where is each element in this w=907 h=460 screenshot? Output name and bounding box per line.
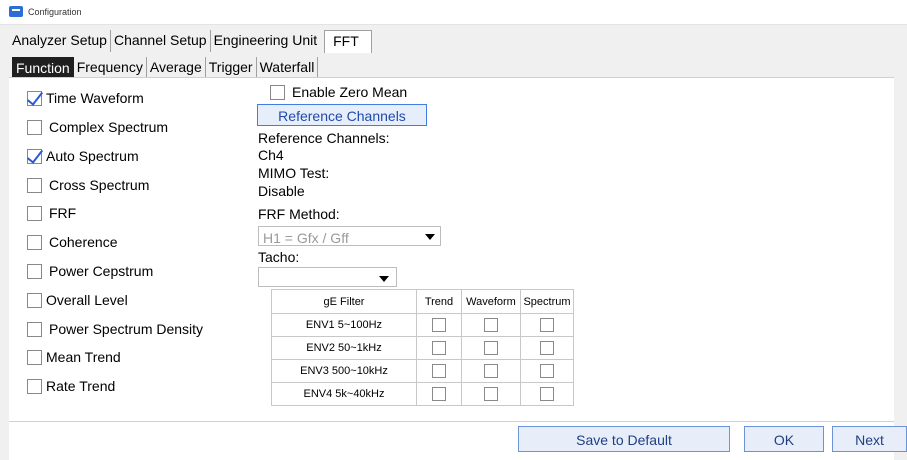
function-label: FRF [49,205,77,221]
ge-filter-name: ENV3 500~10kHz [271,359,417,383]
function-label: Complex Spectrum [49,119,169,135]
trend-checkbox[interactable] [432,318,446,332]
checkbox[interactable] [27,205,42,221]
app-icon [9,6,23,17]
tab-frequency[interactable]: Frequency [74,57,147,77]
function-frf[interactable]: FRF [27,205,76,221]
function-label: Rate Trend [46,378,116,394]
frf-method-select[interactable]: H1 = Gfx / Gff [258,226,441,246]
chevron-down-icon [425,234,435,240]
spectrum-checkbox[interactable] [540,364,554,378]
ok-button[interactable]: OK [744,426,824,452]
checkbox[interactable] [27,90,42,106]
trend-checkbox[interactable] [432,387,446,401]
tab-fft[interactable]: FFT [324,30,372,53]
frf-method-label: FRF Method: [258,206,340,222]
spectrum-checkbox[interactable] [540,341,554,355]
checkbox[interactable] [27,263,42,279]
chevron-down-icon [379,276,389,282]
function-label: Power Cepstrum [49,263,154,279]
reference-channels-button[interactable]: Reference Channels [257,104,427,126]
checkbox[interactable] [27,292,42,308]
tab-average[interactable]: Average [147,57,206,77]
function-label: Power Spectrum Density [49,321,204,337]
checkbox[interactable] [27,148,42,164]
tab-function[interactable]: Function [12,57,74,79]
window-title: Configuration [28,7,82,17]
header-waveform: Waveform [461,289,521,314]
main-tabs: Analyzer Setup Channel Setup Engineering… [9,30,372,53]
function-label: Cross Spectrum [49,177,150,193]
table-row: ENV4 5k~40kHz [271,382,574,406]
function-label: Auto Spectrum [46,148,139,164]
function-time-waveform[interactable]: Time Waveform [27,90,144,106]
checkbox[interactable] [27,234,42,250]
header-ge-filter: gE Filter [271,289,417,314]
mimo-test-value: Disable [258,183,305,199]
function-rate-trend[interactable]: Rate Trend [27,378,115,394]
spectrum-checkbox[interactable] [540,318,554,332]
tacho-label: Tacho: [258,249,300,265]
spectrum-checkbox[interactable] [540,387,554,401]
tab-waterfall[interactable]: Waterfall [257,57,319,77]
fft-tabs: Function Frequency Average Trigger Water… [12,57,319,79]
function-power-cepstrum[interactable]: Power Cepstrum [27,263,153,279]
ge-filter-name: ENV4 5k~40kHz [271,382,417,406]
tacho-select[interactable] [258,267,397,287]
tab-trigger[interactable]: Trigger [206,57,257,77]
function-complex-spectrum[interactable]: Complex Spectrum [27,119,168,135]
checkbox[interactable] [27,349,42,365]
function-coherence[interactable]: Coherence [27,234,118,250]
waveform-checkbox[interactable] [484,364,498,378]
checkbox[interactable] [27,378,42,394]
function-label: Time Waveform [46,90,144,106]
checkbox[interactable] [27,119,42,135]
function-label: Mean Trend [46,349,121,365]
ge-filter-name: ENV2 50~1kHz [271,336,417,360]
trend-checkbox[interactable] [432,341,446,355]
frf-method-value: H1 = Gfx / Gff [263,230,349,246]
trend-checkbox[interactable] [432,364,446,378]
waveform-checkbox[interactable] [484,341,498,355]
title-bar: Configuration [0,0,907,25]
waveform-checkbox[interactable] [484,318,498,332]
tab-engineering-unit[interactable]: Engineering Unit [211,30,321,52]
save-to-default-button[interactable]: Save to Default [518,426,730,452]
function-label: Overall Level [46,292,128,308]
table-row: ENV2 50~1kHz [271,336,574,360]
next-button[interactable]: Next [832,426,907,452]
function-mean-trend[interactable]: Mean Trend [27,349,121,365]
function-power-spectrum-density[interactable]: Power Spectrum Density [27,321,203,337]
function-auto-spectrum[interactable]: Auto Spectrum [27,148,139,164]
checkbox[interactable] [270,84,285,100]
ge-filter-table: gE Filter Trend Waveform Spectrum ENV1 5… [271,289,574,406]
checkbox[interactable] [27,321,42,337]
enable-zero-mean-label: Enable Zero Mean [292,84,408,100]
header-spectrum: Spectrum [520,289,574,314]
reference-channels-label: Reference Channels: [258,130,390,146]
footer-divider [9,421,894,422]
table-header-row: gE Filter Trend Waveform Spectrum [271,289,574,314]
ge-filter-name: ENV1 5~100Hz [271,313,417,337]
function-cross-spectrum[interactable]: Cross Spectrum [27,177,149,193]
tab-analyzer-setup[interactable]: Analyzer Setup [9,30,111,52]
waveform-checkbox[interactable] [484,387,498,401]
reference-channels-value: Ch4 [258,147,284,163]
header-trend: Trend [416,289,462,314]
function-overall-level[interactable]: Overall Level [27,292,128,308]
table-row: ENV3 500~10kHz [271,359,574,383]
tab-channel-setup[interactable]: Channel Setup [111,30,211,52]
table-row: ENV1 5~100Hz [271,313,574,337]
checkbox[interactable] [27,177,42,193]
mimo-test-label: MIMO Test: [258,165,330,181]
enable-zero-mean[interactable]: Enable Zero Mean [270,84,407,100]
function-label: Coherence [49,234,118,250]
